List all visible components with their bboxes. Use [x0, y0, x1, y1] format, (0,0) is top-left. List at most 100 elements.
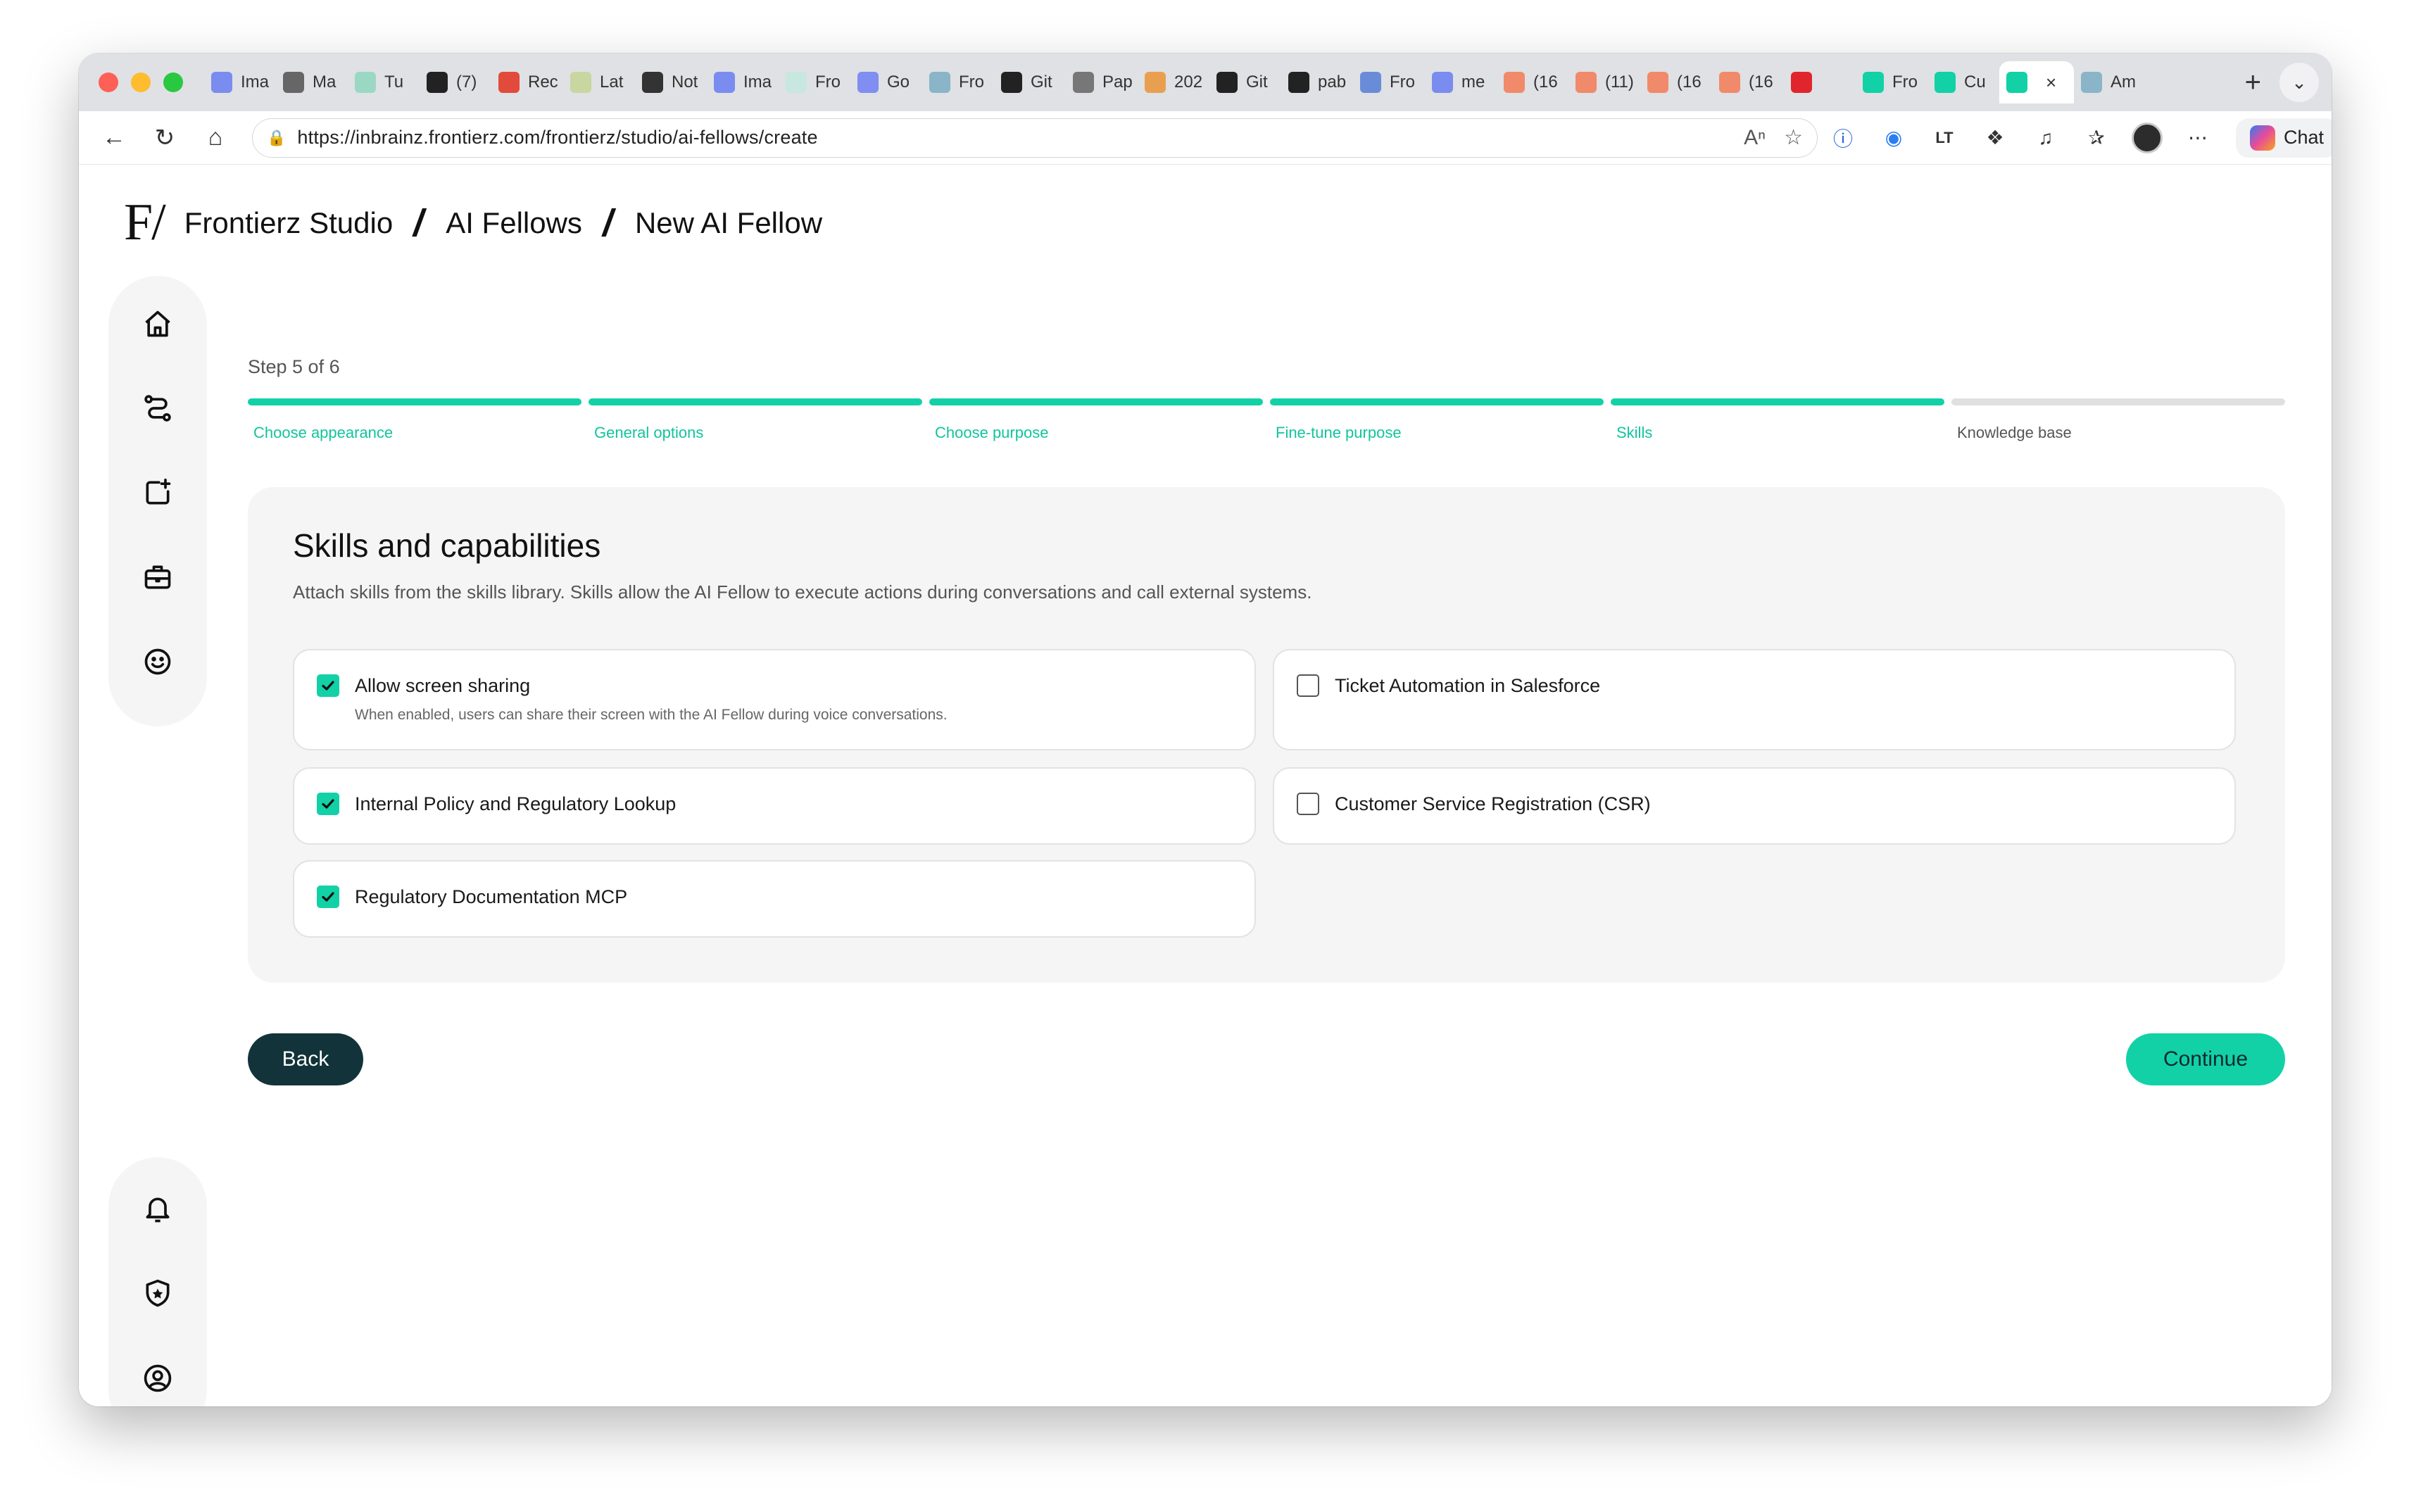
progress-step-bar	[589, 398, 922, 405]
home-icon[interactable]	[141, 307, 175, 341]
browser-tab[interactable]: Fro	[922, 61, 994, 103]
add-item-icon[interactable]	[141, 476, 175, 510]
section-title: Skills and capabilities	[293, 527, 601, 564]
minimize-window-button[interactable]	[131, 73, 151, 92]
media-control-icon[interactable]: ♫	[2020, 127, 2071, 149]
browser-tab[interactable]: Fro	[779, 61, 850, 103]
browser-tab[interactable]: Fro	[1856, 61, 1927, 103]
browser-tab[interactable]: me	[1425, 61, 1497, 103]
browser-tab[interactable]: Lat	[563, 61, 635, 103]
star-icon[interactable]: ☆	[1784, 125, 1803, 150]
progress-step[interactable]: General options	[589, 398, 922, 442]
browser-tab[interactable]: Pap	[1066, 61, 1138, 103]
reload-button[interactable]: ↻	[139, 124, 190, 152]
skill-text: Ticket Automation in Salesforce	[1335, 673, 1600, 698]
skill-option[interactable]: Customer Service Registration (CSR)	[1273, 767, 2236, 845]
skill-checkbox[interactable]	[317, 793, 339, 815]
browser-tab[interactable]: Ma	[276, 61, 348, 103]
tab-strip: Ima Ma Tu (7) Rec Lat Not Ima Fro Go Fro Git Pap 202 G…	[79, 53, 2332, 111]
more-menu-icon[interactable]: ⋯	[2172, 126, 2223, 149]
browser-tab[interactable]: Cu	[1927, 61, 1999, 103]
close-window-button[interactable]	[99, 73, 118, 92]
home-button[interactable]: ⌂	[190, 124, 241, 151]
smile-icon[interactable]	[141, 645, 175, 679]
breadcrumb-item-ai-fellows[interactable]: AI Fellows	[446, 206, 582, 240]
tab-label: (16	[1677, 73, 1702, 92]
browser-tab[interactable]: (11)	[1568, 61, 1640, 103]
progress-step[interactable]: Fine-tune purpose	[1270, 398, 1604, 442]
bell-icon[interactable]	[141, 1192, 175, 1226]
shield-star-icon[interactable]	[141, 1277, 175, 1311]
route-icon[interactable]	[141, 391, 175, 425]
skill-text: Allow screen sharing When enabled, users …	[355, 673, 948, 724]
openai-icon	[642, 72, 663, 93]
browser-tab[interactable]: Ima	[707, 61, 779, 103]
browser-tab[interactable]: Git	[1209, 61, 1281, 103]
back-button[interactable]: Back	[248, 1033, 363, 1085]
browser-tab[interactable]: Not	[635, 61, 707, 103]
skill-checkbox[interactable]	[317, 886, 339, 908]
favorites-icon[interactable]: ✰	[2071, 126, 2122, 149]
section-description: Attach skills from the skills library. S…	[293, 581, 1312, 603]
browser-tab[interactable]: Tu	[348, 61, 420, 103]
skill-option[interactable]: Allow screen sharing When enabled, users …	[293, 649, 1256, 750]
browser-tab[interactable]: (16	[1640, 61, 1712, 103]
skill-checkbox[interactable]	[317, 674, 339, 697]
browser-tab[interactable]: pab	[1281, 61, 1353, 103]
continue-button[interactable]: Continue	[2126, 1033, 2285, 1085]
skill-option[interactable]: Regulatory Documentation MCP	[293, 860, 1256, 938]
progress-step-label: Fine-tune purpose	[1276, 424, 1402, 441]
tab-search-button[interactable]: ⌄	[2279, 63, 2319, 102]
progress-step[interactable]: Choose appearance	[248, 398, 581, 442]
close-tab-icon[interactable]: ×	[2046, 72, 2056, 94]
frontierz-icon	[2006, 72, 2027, 93]
language-extension-icon[interactable]: LT	[1919, 129, 1970, 147]
address-bar[interactable]: 🔒 https://inbrainz.frontierz.com/frontie…	[252, 118, 1818, 158]
youtube-icon	[1719, 72, 1740, 93]
paper-icon	[1073, 72, 1094, 93]
browser-tab[interactable]: Git	[994, 61, 1066, 103]
frontierz-logo[interactable]: F/	[124, 193, 166, 253]
back-nav-button[interactable]: ←	[89, 124, 139, 151]
progress-step[interactable]: Knowledge base	[1951, 398, 2285, 442]
home-icon: ⌂	[208, 124, 223, 151]
browser-tab[interactable]: Ima	[204, 61, 276, 103]
skill-checkbox[interactable]	[1297, 674, 1319, 697]
tools-icon	[1360, 72, 1381, 93]
new-tab-button[interactable]: +	[2227, 67, 2279, 99]
zoom-window-button[interactable]	[163, 73, 183, 92]
skill-checkbox[interactable]	[1297, 793, 1319, 815]
browser-tab[interactable]: 202	[1138, 61, 1209, 103]
breadcrumb-item-studio[interactable]: Frontierz Studio	[184, 206, 393, 240]
user-circle-icon[interactable]	[141, 1361, 175, 1395]
progress-step-bar	[929, 398, 1263, 405]
app-content: F/ Frontierz Studio / AI Fellows / New A…	[79, 165, 2332, 1406]
briefcase-icon[interactable]	[141, 560, 175, 594]
chat-button[interactable]: Chat	[2236, 118, 2332, 158]
browser-tab[interactable]: Fro	[1353, 61, 1425, 103]
vpn-extension-icon[interactable]: ◉	[1868, 126, 1919, 149]
browser-tab[interactable]: Go	[850, 61, 922, 103]
url-text[interactable]: https://inbrainz.frontierz.com/frontierz…	[297, 127, 1725, 149]
tab-label: Tu	[384, 73, 404, 92]
password-extension-icon[interactable]: ⓘ	[1818, 124, 1868, 152]
browser-tab[interactable]: (16	[1497, 61, 1568, 103]
browser-tab[interactable]: Am	[2074, 61, 2146, 103]
browser-tab[interactable]: (16	[1712, 61, 1784, 103]
browser-tab[interactable]: Rec	[491, 61, 563, 103]
reload-icon: ↻	[154, 124, 175, 151]
extensions-icon[interactable]: ❖	[1970, 126, 2020, 149]
browser-tab[interactable]: (7)	[420, 61, 491, 103]
progress-step[interactable]: Choose purpose	[929, 398, 1263, 442]
browser-tab[interactable]: ×	[1999, 61, 2074, 103]
tab-label: pab	[1318, 73, 1347, 92]
sparkle-icon	[570, 72, 591, 93]
browser-tab[interactable]	[1784, 61, 1856, 103]
frontierz-icon	[1863, 72, 1884, 93]
profile-avatar[interactable]	[2132, 122, 2163, 153]
read-aloud-icon[interactable]: Aⁿ	[1744, 126, 1766, 150]
skill-option[interactable]: Ticket Automation in Salesforce	[1273, 649, 2236, 750]
skill-option[interactable]: Internal Policy and Regulatory Lookup	[293, 767, 1256, 845]
github-icon	[1216, 72, 1238, 93]
progress-step[interactable]: Skills	[1611, 398, 1944, 442]
